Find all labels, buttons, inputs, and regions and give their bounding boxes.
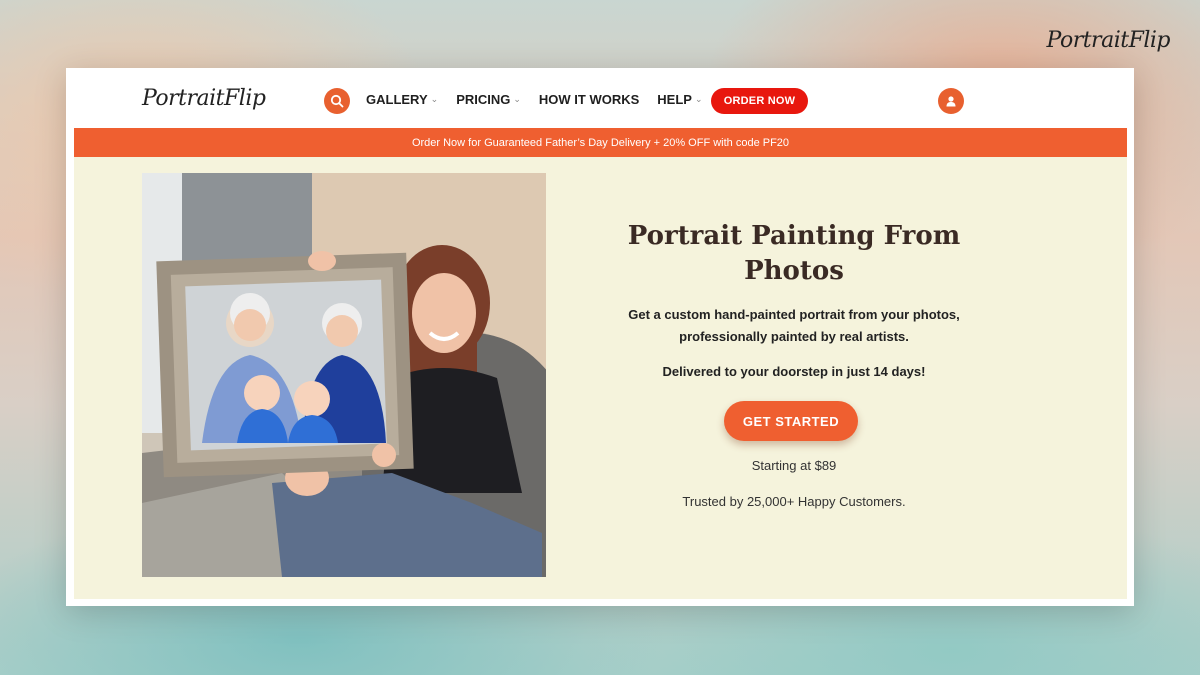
hero-photo <box>142 173 546 577</box>
nav-pricing-label: PRICING <box>456 92 511 107</box>
site-logo[interactable]: PortraitFlip <box>142 86 266 111</box>
search-icon <box>330 94 344 108</box>
corner-brand-logo: PortraitFlip <box>1046 28 1171 53</box>
hero-title: Portrait Painting From Photos <box>627 221 961 286</box>
portrait-photo-illustration <box>142 173 546 577</box>
nav-gallery[interactable]: GALLERY ⌄ <box>366 92 438 107</box>
nav-pricing[interactable]: PRICING ⌄ <box>456 92 521 107</box>
order-now-button[interactable]: ORDER NOW <box>711 88 808 114</box>
delivery-text: Delivered to your doorstep in just 14 da… <box>662 364 926 379</box>
search-button[interactable] <box>324 88 350 114</box>
logo-part1: Portrait <box>142 86 225 111</box>
hero-subtitle: Get a custom hand-painted portrait from … <box>594 304 994 348</box>
chevron-down-icon: ⌄ <box>430 94 439 104</box>
corner-logo-part1: Portrait <box>1046 28 1130 53</box>
get-started-button[interactable]: GET STARTED <box>724 401 858 441</box>
logo-part2: Flip <box>224 86 266 111</box>
trusted-text: Trusted by 25,000+ Happy Customers. <box>682 494 906 509</box>
chevron-down-icon: ⌄ <box>694 94 703 104</box>
nav-help-label: HELP <box>657 92 692 107</box>
hero-subtitle-line2: professionally painted by real artists. <box>679 329 909 344</box>
starting-price: Starting at $89 <box>751 458 837 473</box>
browser-frame: PortraitFlip GALLERY ⌄ PRICING ⌄ HOW IT … <box>66 68 1134 606</box>
corner-logo-part2: Flip <box>1128 28 1171 53</box>
nav-gallery-label: GALLERY <box>366 92 428 107</box>
chevron-down-icon: ⌄ <box>513 94 521 104</box>
site-header: PortraitFlip GALLERY ⌄ PRICING ⌄ HOW IT … <box>66 68 1134 128</box>
main-nav: GALLERY ⌄ PRICING ⌄ HOW IT WORKS HELP ⌄ <box>366 92 703 107</box>
user-icon <box>946 96 956 107</box>
nav-how-it-works-label: HOW IT WORKS <box>538 92 640 107</box>
promo-text: Order Now for Guaranteed Father’s Day De… <box>411 136 790 149</box>
hero-section: Portrait Painting From Photos Get a cust… <box>74 157 1127 599</box>
promo-banner[interactable]: Order Now for Guaranteed Father’s Day De… <box>74 128 1127 157</box>
nav-help[interactable]: HELP ⌄ <box>657 92 702 107</box>
hero-subtitle-line1: Get a custom hand-painted portrait from … <box>628 307 960 322</box>
nav-how-it-works[interactable]: HOW IT WORKS <box>539 92 639 107</box>
account-button[interactable] <box>938 88 964 114</box>
